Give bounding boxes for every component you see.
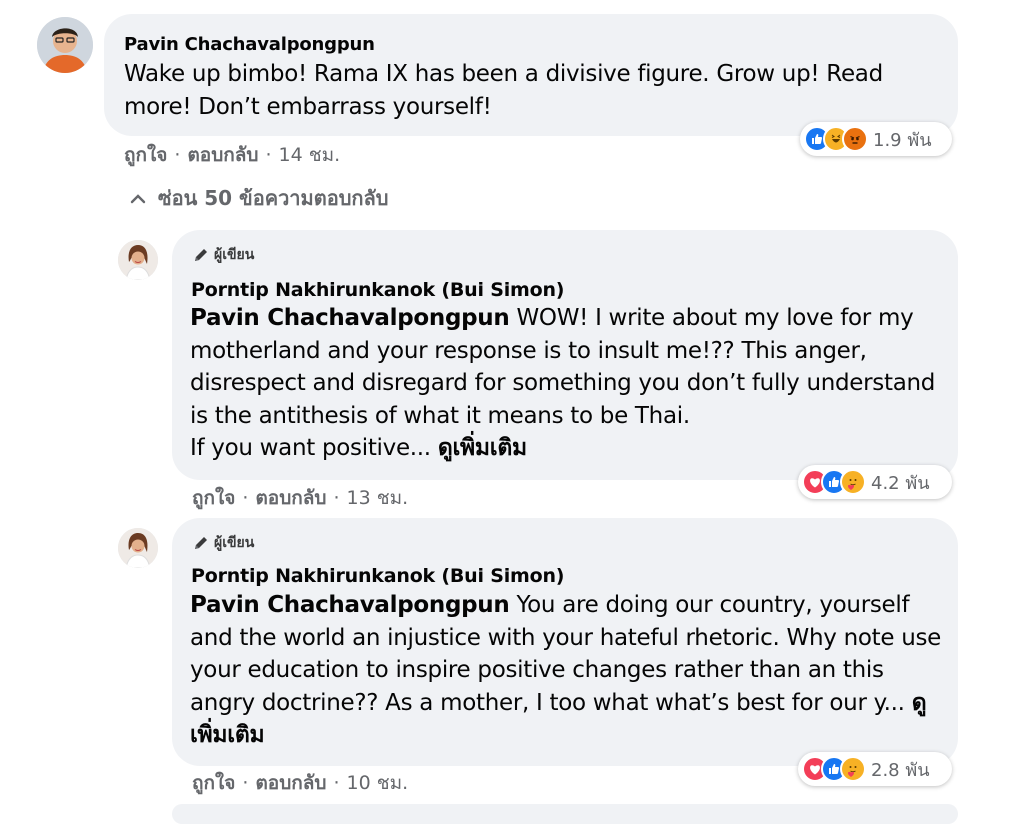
comment-author-name[interactable]: Pavin Chachavalpongpun <box>124 34 375 55</box>
reply-actions: ถูกใจ · ตอบกลับ · 13 ชม. <box>192 483 408 513</box>
reply-actions: ถูกใจ · ตอบกลับ · 10 ชม. <box>192 768 408 798</box>
comment-text: Wake up bimbo! Rama IX has been a divisi… <box>124 61 883 120</box>
reply-text-body-continued: If you want positive... <box>190 435 431 461</box>
pencil-icon <box>195 537 207 549</box>
care-icon <box>840 756 866 782</box>
chevron-up-icon <box>130 194 146 204</box>
mention-link[interactable]: Pavin Chachavalpongpun <box>190 305 510 331</box>
avatar-porntip[interactable] <box>118 528 158 568</box>
avatar-pavin[interactable] <box>37 17 93 73</box>
hide-replies-label: ซ่อน 50 ข้อความตอบกลับ <box>158 186 389 210</box>
see-more-link[interactable]: ดูเพิ่มเติม <box>438 435 527 461</box>
separator-dot: · <box>174 144 181 166</box>
separator-dot: · <box>333 487 340 509</box>
reaction-summary[interactable]: 2.8 พัน <box>798 752 952 786</box>
avatar-porntip[interactable] <box>118 240 158 280</box>
reaction-count: 1.9 พัน <box>873 129 932 151</box>
author-badge: ผู้เขียน <box>192 532 254 554</box>
reply-action[interactable]: ตอบกลับ <box>187 140 258 170</box>
comment-actions: ถูกใจ · ตอบกลับ · 14 ชม. <box>124 140 340 170</box>
reaction-summary[interactable]: 1.9 พัน <box>800 122 952 156</box>
separator-dot: · <box>242 772 249 794</box>
reply-action[interactable]: ตอบกลับ <box>255 768 326 798</box>
hide-replies-button[interactable]: ซ่อน 50 ข้อความตอบกลับ <box>130 182 388 214</box>
person-photo-icon <box>118 240 158 280</box>
angry-icon <box>842 126 868 152</box>
like-action[interactable]: ถูกใจ <box>192 483 235 513</box>
person-photo-icon <box>118 528 158 568</box>
next-reply-bubble-edge <box>172 804 958 824</box>
timestamp[interactable]: 13 ชม. <box>347 483 409 513</box>
mention-link[interactable]: Pavin Chachavalpongpun <box>190 592 510 618</box>
reply-author-name[interactable]: Porntip Nakhirunkanok (Bui Simon) <box>191 279 564 301</box>
care-icon <box>840 469 866 495</box>
reply-text: Pavin Chachavalpongpun You are doing our… <box>190 589 942 752</box>
reaction-count: 4.2 พัน <box>871 472 930 494</box>
author-badge-label: ผู้เขียน <box>214 247 255 263</box>
separator-dot: · <box>242 487 249 509</box>
separator-dot: · <box>265 144 272 166</box>
author-badge: ผู้เขียน <box>192 244 254 266</box>
reaction-count: 2.8 พัน <box>871 759 930 781</box>
pencil-icon <box>195 249 207 261</box>
reply-text: Pavin Chachavalpongpun WOW! I write abou… <box>190 302 940 465</box>
separator-dot: · <box>333 772 340 794</box>
timestamp[interactable]: 14 ชม. <box>279 140 341 170</box>
like-action[interactable]: ถูกใจ <box>124 140 167 170</box>
reply-action[interactable]: ตอบกลับ <box>255 483 326 513</box>
person-photo-icon <box>37 17 93 73</box>
timestamp[interactable]: 10 ชม. <box>347 768 409 798</box>
reaction-summary[interactable]: 4.2 พัน <box>798 465 952 499</box>
author-badge-label: ผู้เขียน <box>214 535 255 551</box>
like-action[interactable]: ถูกใจ <box>192 768 235 798</box>
reply-author-name[interactable]: Porntip Nakhirunkanok (Bui Simon) <box>191 565 564 587</box>
